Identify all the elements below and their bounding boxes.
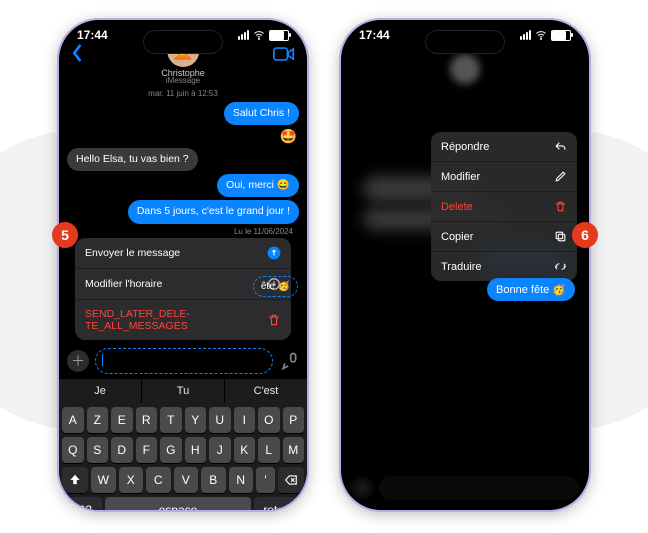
send-up-icon — [267, 246, 281, 260]
key[interactable]: U — [209, 407, 231, 433]
keyboard: A Z E R T Y U I O P Q S D F G H J K L — [59, 403, 307, 513]
kb-row-2: Q S D F G H J K L M — [62, 437, 304, 463]
composer: ＋ — [59, 342, 307, 378]
cellular-icon — [238, 30, 249, 40]
dictation-button[interactable] — [279, 351, 299, 371]
pencil-icon — [554, 170, 567, 183]
message-input[interactable] — [95, 348, 273, 374]
key[interactable]: N — [229, 467, 254, 493]
attach-button[interactable]: ＋ — [67, 350, 89, 372]
edit-item[interactable]: Modifier — [431, 162, 577, 192]
read-receipt: Lu le 11/06/2024 — [67, 227, 293, 236]
delete-item[interactable]: Delete — [431, 192, 577, 222]
phone-left: 17:44 🧑‍🦰 Christophe iMessage mar. 11 ju… — [57, 18, 309, 512]
key[interactable]: J — [209, 437, 231, 463]
scheduled-message-chip[interactable]: ête 🥳 — [253, 276, 298, 297]
phone-right: 17:44 Répondre Modifier Delete — [339, 18, 591, 512]
contact-name: Christophe — [161, 68, 205, 78]
delete-scheduled-item[interactable]: SEND_LATER_DELE- TE_ALL_MESSAGES — [75, 300, 291, 340]
message-in[interactable]: Hello Elsa, tu vas bien ? — [67, 148, 198, 171]
step-badge-6: 6 — [572, 222, 598, 248]
key[interactable]: R — [136, 407, 158, 433]
message-input — [379, 476, 579, 500]
key[interactable]: S — [87, 437, 109, 463]
prediction[interactable]: C'est — [225, 379, 307, 403]
key[interactable]: Z — [87, 407, 109, 433]
message-out[interactable]: Salut Chris ! — [224, 102, 299, 125]
keyboard-predictions: Je Tu C'est — [59, 378, 307, 403]
step-badge-5: 5 — [52, 222, 78, 248]
status-time: 17:44 — [77, 28, 108, 42]
key[interactable]: X — [119, 467, 144, 493]
battery-icon — [269, 30, 289, 41]
prediction[interactable]: Tu — [142, 379, 225, 403]
reaction-emoji[interactable]: 🤩 — [280, 128, 297, 145]
thread-date: mar. 11 juin à 12:53 — [67, 89, 299, 98]
back-button[interactable] — [71, 44, 83, 68]
trash-icon — [267, 313, 281, 327]
battery-icon — [551, 30, 571, 41]
kb-row-3: W X C V B N ' — [62, 467, 304, 493]
key[interactable]: I — [234, 407, 256, 433]
key[interactable]: L — [258, 437, 280, 463]
key[interactable]: P — [283, 407, 305, 433]
facetime-button[interactable] — [273, 46, 295, 67]
message-out[interactable]: Dans 5 jours, c'est le grand jour ! — [128, 200, 299, 223]
wifi-icon — [253, 29, 265, 41]
key[interactable]: V — [174, 467, 199, 493]
selected-message[interactable]: Bonne fête 🥳 — [487, 278, 575, 301]
status-time: 17:44 — [359, 28, 390, 42]
kb-row-4: 123 espace retour — [62, 497, 304, 513]
key[interactable]: Y — [185, 407, 207, 433]
key[interactable]: T — [160, 407, 182, 433]
key[interactable]: C — [146, 467, 171, 493]
reply-icon — [554, 140, 567, 153]
space-key[interactable]: espace — [105, 497, 251, 513]
backspace-key[interactable] — [278, 467, 304, 493]
composer-blurred: ＋ — [341, 476, 589, 500]
copy-icon — [554, 230, 567, 243]
return-key[interactable]: retour — [254, 497, 304, 513]
reply-item[interactable]: Répondre — [431, 132, 577, 162]
kb-row-1: A Z E R T Y U I O P — [62, 407, 304, 433]
dynamic-island — [143, 30, 223, 54]
message-context-menu: Répondre Modifier Delete Copier Traduire — [431, 132, 577, 281]
key[interactable]: F — [136, 437, 158, 463]
key[interactable]: O — [258, 407, 280, 433]
dynamic-island — [425, 30, 505, 54]
key[interactable]: E — [111, 407, 133, 433]
message-thread[interactable]: iMessage mar. 11 juin à 12:53 Salut Chri… — [59, 72, 307, 342]
key[interactable]: B — [201, 467, 226, 493]
copy-item[interactable]: Copier — [431, 222, 577, 252]
numbers-key[interactable]: 123 — [62, 497, 102, 513]
send-now-item[interactable]: Envoyer le message — [75, 238, 291, 269]
wifi-icon — [535, 29, 547, 41]
attach-button: ＋ — [351, 477, 373, 499]
key[interactable]: K — [234, 437, 256, 463]
key[interactable]: G — [160, 437, 182, 463]
key[interactable]: A — [62, 407, 84, 433]
cellular-icon — [520, 30, 531, 40]
key[interactable]: M — [283, 437, 305, 463]
prediction[interactable]: Je — [59, 379, 142, 403]
message-out[interactable]: Oui, merci 😄 — [217, 174, 299, 197]
key[interactable]: D — [111, 437, 133, 463]
key[interactable]: W — [91, 467, 116, 493]
translate-icon — [554, 260, 567, 273]
shift-key[interactable] — [62, 467, 88, 493]
key[interactable]: Q — [62, 437, 84, 463]
key[interactable]: H — [185, 437, 207, 463]
trash-icon — [554, 200, 567, 213]
translate-item[interactable]: Traduire — [431, 252, 577, 281]
